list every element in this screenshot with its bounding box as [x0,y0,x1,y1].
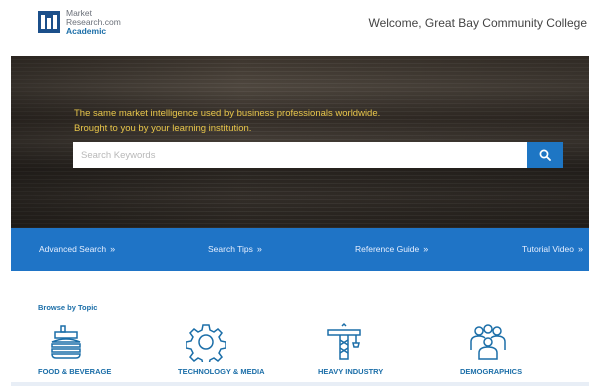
topic-label: FOOD & BEVERAGE [38,367,112,376]
logo[interactable]: Market Research.com Academic [38,9,121,36]
browse-by-topic-heading: Browse by Topic [38,303,98,312]
content-divider [11,382,589,386]
topic-label: HEAVY INDUSTRY [318,367,384,376]
crane-icon [327,322,361,360]
chevron-right-icon: » [110,244,116,254]
people-icon [470,324,506,360]
chevron-right-icon: » [577,244,583,254]
search-tips-link[interactable]: Search Tips» [208,244,262,254]
topic-label: DEMOGRAPHICS [460,367,523,376]
tutorial-video-label: Tutorial Video [522,244,574,254]
hero-tagline-line1: The same market intelligence used by bus… [74,108,381,119]
hero-banner: The same market intelligence used by bus… [11,56,589,228]
tutorial-video-link[interactable]: Tutorial Video» [522,244,583,254]
search-input[interactable] [73,142,527,168]
gear-icon [186,324,226,362]
hero-tagline-line2: Brought to you by your learning institut… [74,123,252,134]
search-tips-label: Search Tips [208,244,253,254]
burger-icon [51,325,81,359]
advanced-search-label: Advanced Search [39,244,107,254]
logo-text: Market Research.com Academic [66,9,121,36]
logo-mark-icon [38,11,60,33]
quick-links-bar: Advanced Search» Search Tips» Reference … [11,228,589,271]
logo-line-academic: Academic [66,26,107,36]
search-icon [539,149,551,161]
hero-tagline: The same market intelligence used by bus… [74,106,380,136]
site-header: Market Research.com Academic Welcome, Gr… [0,0,589,56]
search-bar [73,142,563,168]
chevron-right-icon: » [423,244,429,254]
welcome-message: Welcome, Great Bay Community College [368,16,587,30]
topic-label: TECHNOLOGY & MEDIA [178,367,265,376]
chevron-right-icon: » [256,244,262,254]
reference-guide-link[interactable]: Reference Guide» [355,244,428,254]
search-button[interactable] [527,142,563,168]
reference-guide-label: Reference Guide [355,244,420,254]
advanced-search-link[interactable]: Advanced Search» [39,244,115,254]
